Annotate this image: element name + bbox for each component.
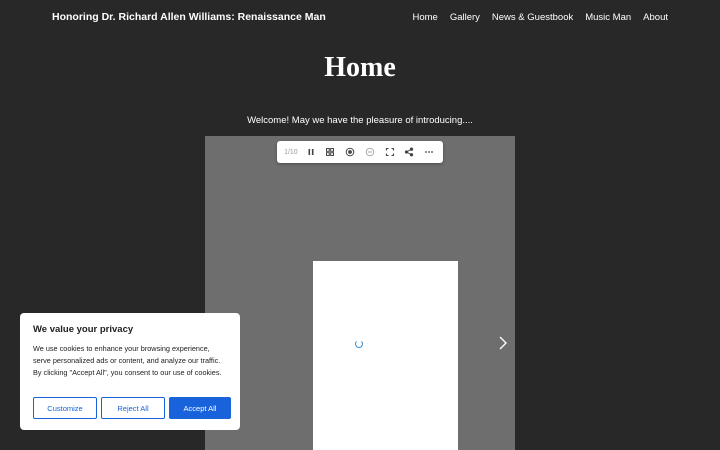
nav-news-guestbook[interactable]: News & Guestbook xyxy=(492,12,573,23)
cookie-title: We value your privacy xyxy=(33,324,134,335)
nav-about[interactable]: About xyxy=(643,12,668,23)
more-icon[interactable] xyxy=(419,142,439,162)
page-title: Home xyxy=(324,52,396,83)
nav-music-man[interactable]: Music Man xyxy=(585,12,631,23)
welcome-text: Welcome! May we have the pleasure of int… xyxy=(247,115,473,126)
cookie-consent-banner: We value your privacy We use cookies to … xyxy=(20,313,240,430)
viewer-toolbar: 1/10 xyxy=(277,141,443,163)
share-icon[interactable] xyxy=(400,142,420,162)
nav-home[interactable]: Home xyxy=(412,12,437,23)
loading-spinner-icon xyxy=(355,340,363,348)
cookie-buttons: Customize Reject All Accept All xyxy=(33,397,231,419)
grid-icon[interactable] xyxy=(321,142,341,162)
zoom-out-icon[interactable] xyxy=(360,142,380,162)
flipbook-viewer[interactable]: 1/10 xyxy=(205,136,515,450)
nav-gallery[interactable]: Gallery xyxy=(450,12,480,23)
pause-icon[interactable] xyxy=(301,142,321,162)
reject-all-button[interactable]: Reject All xyxy=(101,397,165,419)
site-header: Honoring Dr. Richard Allen Williams: Ren… xyxy=(0,0,720,36)
flipbook-page xyxy=(313,261,458,450)
cookie-body: We use cookies to enhance your browsing … xyxy=(33,344,222,377)
customize-button[interactable]: Customize xyxy=(33,397,97,419)
site-title[interactable]: Honoring Dr. Richard Allen Williams: Ren… xyxy=(52,11,326,23)
main-nav: Home Gallery News & Guestbook Music Man … xyxy=(412,12,668,23)
zoom-in-icon[interactable] xyxy=(340,142,360,162)
accept-all-button[interactable]: Accept All xyxy=(169,397,231,419)
fullscreen-icon[interactable] xyxy=(380,142,400,162)
page-counter: 1/10 xyxy=(284,148,298,156)
chevron-right-icon[interactable] xyxy=(495,333,511,353)
